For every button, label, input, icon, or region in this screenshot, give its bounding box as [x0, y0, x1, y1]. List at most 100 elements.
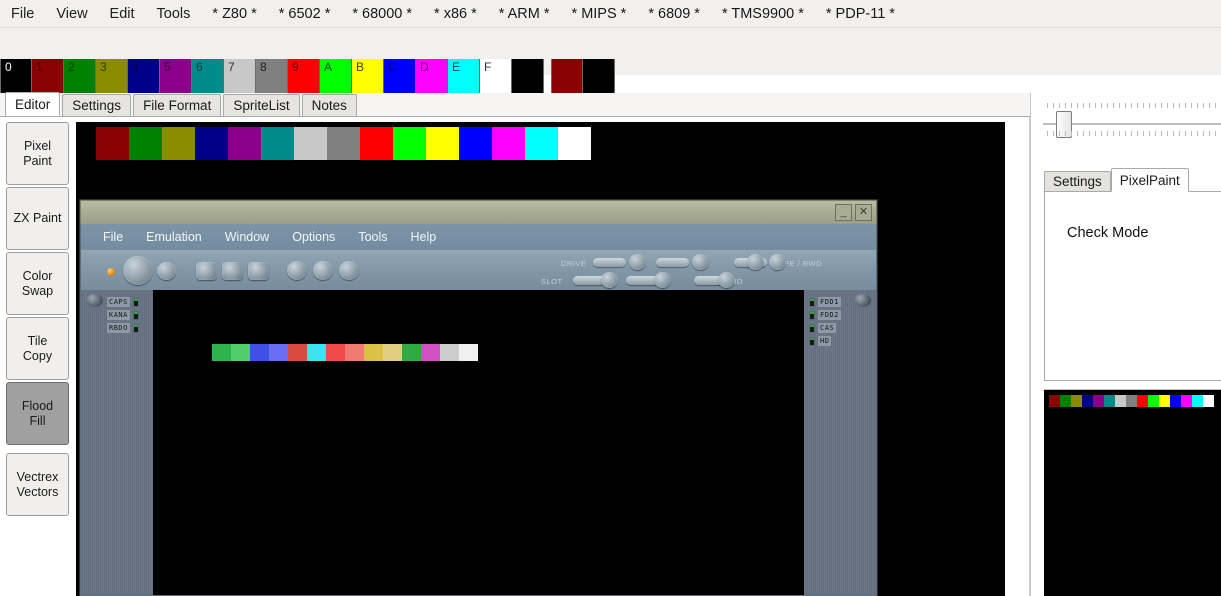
- mini-palette-cell[interactable]: [1203, 395, 1214, 407]
- stop-button-icon[interactable]: [248, 262, 269, 280]
- menu-item-mips[interactable]: * MIPS *: [561, 2, 638, 26]
- settings-tool-icon[interactable]: [287, 261, 307, 280]
- mini-palette-cell[interactable]: [1159, 395, 1170, 407]
- emulator-screen[interactable]: CAPS KANA RBDO FDD1 FDD2 CAS HD: [80, 290, 877, 596]
- right-tab-pixelpaint[interactable]: PixelPaint: [1110, 168, 1189, 192]
- sprite-cell[interactable]: [345, 344, 364, 361]
- right-tab-settings[interactable]: Settings: [1044, 171, 1111, 192]
- mini-palette-cell[interactable]: [1104, 395, 1115, 407]
- sprite-cell[interactable]: [440, 344, 459, 361]
- sprite-cell[interactable]: [307, 344, 326, 361]
- pause-button-icon[interactable]: [222, 262, 243, 280]
- emulator-menu-item-help[interactable]: Help: [411, 230, 437, 244]
- mini-palette-cell[interactable]: [1071, 395, 1082, 407]
- emulator-menu-item-tools[interactable]: Tools: [358, 230, 387, 244]
- menu-item-x86[interactable]: * x86 *: [423, 2, 488, 26]
- menu-item-view[interactable]: View: [45, 2, 98, 26]
- emulator-title-bar[interactable]: _ ✕: [80, 200, 877, 224]
- canvas-palette-cell[interactable]: [129, 127, 162, 160]
- menu-item-pdp-11[interactable]: * PDP-11 *: [815, 2, 906, 26]
- sprite-cell[interactable]: [459, 344, 478, 361]
- editor-canvas[interactable]: _ ✕ File Emulation Window Options Tools Help: [76, 122, 1005, 596]
- menu-item-6809[interactable]: * 6809 *: [637, 2, 711, 26]
- tool-button-color-swap[interactable]: Color Swap: [6, 252, 69, 315]
- tool-button-zx-paint[interactable]: ZX Paint: [6, 187, 69, 250]
- tool-button-vectrex-vectors[interactable]: Vectrex Vectors: [6, 453, 69, 516]
- emulator-menu-item-emulation[interactable]: Emulation: [146, 230, 202, 244]
- canvas-palette-cell[interactable]: [492, 127, 525, 160]
- mini-palette-cell[interactable]: [1170, 395, 1181, 407]
- drive-knob-1-icon[interactable]: [629, 254, 646, 270]
- canvas-palette-cell[interactable]: [294, 127, 327, 160]
- tab-file-format[interactable]: File Format: [133, 94, 222, 116]
- tool-button-tile-copy[interactable]: Tile Copy: [6, 317, 69, 380]
- menu-item-edit[interactable]: Edit: [99, 2, 146, 26]
- menu-item-6502[interactable]: * 6502 *: [268, 2, 342, 26]
- canvas-palette-cell[interactable]: [327, 127, 360, 160]
- drive-slot-2-pill[interactable]: [656, 258, 689, 267]
- canvas-palette-cell[interactable]: [426, 127, 459, 160]
- rwd-knob-2-icon[interactable]: [769, 254, 786, 270]
- mini-palette-cell[interactable]: [1082, 395, 1093, 407]
- menu-item-z80[interactable]: * Z80 *: [201, 2, 267, 26]
- zoom-slider[interactable]: [1039, 103, 1221, 143]
- mini-palette-cell[interactable]: [1115, 395, 1126, 407]
- emulator-menu-item-window[interactable]: Window: [225, 230, 269, 244]
- tool-button-flood-fill[interactable]: Flood Fill: [6, 382, 69, 445]
- mini-palette-cell[interactable]: [1049, 395, 1060, 407]
- canvas-palette-cell[interactable]: [393, 127, 426, 160]
- tab-notes[interactable]: Notes: [301, 94, 357, 116]
- menu-item-68000[interactable]: * 68000 *: [341, 2, 423, 26]
- mini-palette-cell[interactable]: [1126, 395, 1137, 407]
- play-button-icon[interactable]: [196, 262, 217, 280]
- hd-knob-icon[interactable]: [718, 272, 735, 288]
- emulator-window[interactable]: _ ✕ File Emulation Window Options Tools Help: [80, 200, 877, 596]
- drive-slot-1-pill[interactable]: [593, 258, 626, 267]
- canvas-palette-cell[interactable]: [195, 127, 228, 160]
- menu-item-tms9900[interactable]: * TMS9900 *: [711, 2, 815, 26]
- mini-palette-cell[interactable]: [1137, 395, 1148, 407]
- sprite-cell[interactable]: [250, 344, 269, 361]
- canvas-palette-cell[interactable]: [525, 127, 558, 160]
- sprite-cell[interactable]: [231, 344, 250, 361]
- drive-knob-2-icon[interactable]: [692, 254, 709, 270]
- power-knob-icon[interactable]: [123, 256, 153, 285]
- mini-palette-cell[interactable]: [1192, 395, 1203, 407]
- help-tool-icon[interactable]: [339, 261, 359, 280]
- canvas-palette-cell[interactable]: [228, 127, 261, 160]
- canvas-palette-cell[interactable]: [162, 127, 195, 160]
- mini-palette-cell[interactable]: [1148, 395, 1159, 407]
- slot-knob-2-icon[interactable]: [654, 272, 671, 288]
- wrench-tool-icon[interactable]: [313, 261, 333, 280]
- mini-palette-cell[interactable]: [1181, 395, 1192, 407]
- sprite-cell[interactable]: [269, 344, 288, 361]
- tab-settings[interactable]: Settings: [62, 94, 132, 116]
- mini-palette-cell[interactable]: [1093, 395, 1104, 407]
- canvas-palette-cell[interactable]: [459, 127, 492, 160]
- menu-item-file[interactable]: File: [0, 2, 45, 26]
- sprite-cell[interactable]: [326, 344, 345, 361]
- sprite-cell[interactable]: [364, 344, 383, 361]
- rwd-knob-icon[interactable]: [747, 254, 764, 270]
- emulator-menu-item-options[interactable]: Options: [292, 230, 335, 244]
- tool-button-pixel-paint[interactable]: Pixel Paint: [6, 122, 69, 185]
- canvas-palette-cell[interactable]: [261, 127, 294, 160]
- sprite-cell[interactable]: [383, 344, 402, 361]
- tab-editor[interactable]: Editor: [5, 92, 61, 116]
- canvas-palette-cell[interactable]: [360, 127, 393, 160]
- mini-palette-strip[interactable]: [1049, 395, 1214, 407]
- slot-knob-1-icon[interactable]: [601, 272, 618, 288]
- menu-item-arm[interactable]: * ARM *: [488, 2, 561, 26]
- sprite-cell[interactable]: [212, 344, 231, 361]
- sprite-cell[interactable]: [402, 344, 421, 361]
- reset-knob-icon[interactable]: [157, 262, 176, 280]
- canvas-palette-cell[interactable]: [558, 127, 591, 160]
- menu-item-tools[interactable]: Tools: [146, 2, 202, 26]
- mini-palette-cell[interactable]: [1060, 395, 1071, 407]
- minimize-icon[interactable]: _: [835, 204, 852, 221]
- canvas-palette-strip[interactable]: [96, 127, 591, 160]
- sprite-cell[interactable]: [421, 344, 440, 361]
- canvas-palette-cell[interactable]: [96, 127, 129, 160]
- close-icon[interactable]: ✕: [855, 204, 872, 221]
- tab-spritelist[interactable]: SpriteList: [223, 94, 300, 116]
